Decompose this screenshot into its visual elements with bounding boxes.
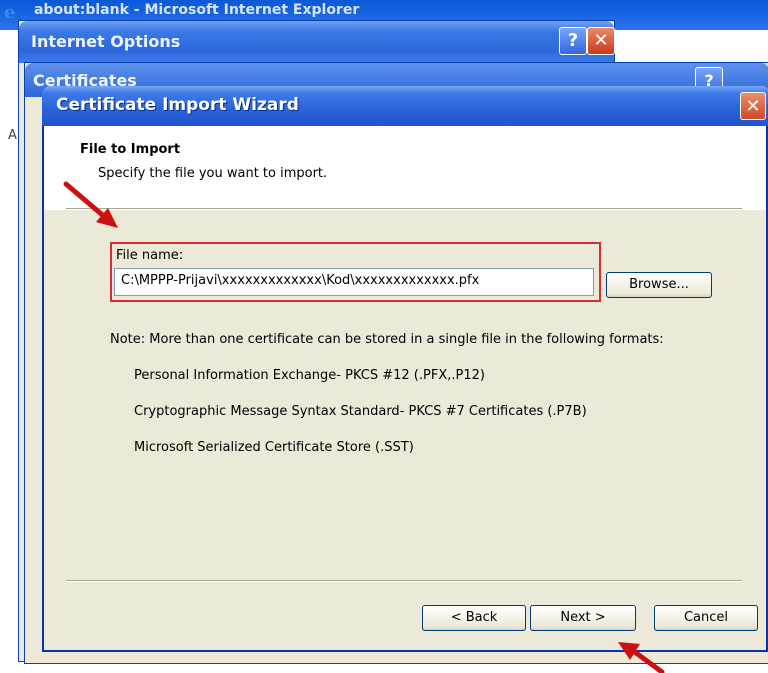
internet-options-title: Internet Options	[31, 32, 181, 51]
format-item: Microsoft Serialized Certificate Store (…	[134, 440, 414, 455]
file-name-group: File name: C:\MPPP-Prijavi\xxxxxxxxxxxxx…	[110, 242, 601, 302]
next-button[interactable]: Next >	[530, 605, 636, 631]
formats-note: Note: More than one certificate can be s…	[110, 332, 664, 347]
back-button[interactable]: < Back	[422, 605, 526, 631]
internet-options-titlebar: Internet Options ? ✕	[19, 21, 615, 63]
footer-divider	[66, 580, 742, 582]
wizard-header-subtitle: Specify the file you want to import.	[98, 166, 328, 181]
background-char: A	[8, 128, 17, 143]
format-item: Personal Information Exchange- PKCS #12 …	[134, 368, 485, 383]
wizard-titlebar: Certificate Import Wizard ✕	[42, 86, 768, 126]
wizard-title: Certificate Import Wizard	[56, 95, 299, 115]
file-name-label: File name:	[116, 248, 184, 263]
help-button[interactable]: ?	[559, 27, 587, 55]
format-item: Cryptographic Message Syntax Standard- P…	[134, 404, 587, 419]
wizard-header-title: File to Import	[80, 142, 181, 157]
ie-window-title: about:blank - Microsoft Internet Explore…	[34, 2, 360, 18]
wizard-close-button[interactable]: ✕	[740, 92, 766, 120]
browse-button[interactable]: Browse...	[606, 272, 712, 298]
annotation-arrow-icon	[618, 642, 665, 673]
header-divider	[66, 208, 742, 210]
file-name-input[interactable]: C:\MPPP-Prijavi\xxxxxxxxxxxxx\Kod\xxxxxx…	[114, 268, 594, 296]
wizard-header: File to Import Specify the file you want…	[44, 126, 766, 210]
annotation-arrow-icon	[63, 181, 118, 228]
cancel-button[interactable]: Cancel	[654, 605, 758, 631]
close-button[interactable]: ✕	[587, 27, 615, 55]
certificate-import-wizard: Certificate Import Wizard ✕ File to Impo…	[42, 86, 768, 652]
ie-icon: e	[4, 2, 16, 23]
